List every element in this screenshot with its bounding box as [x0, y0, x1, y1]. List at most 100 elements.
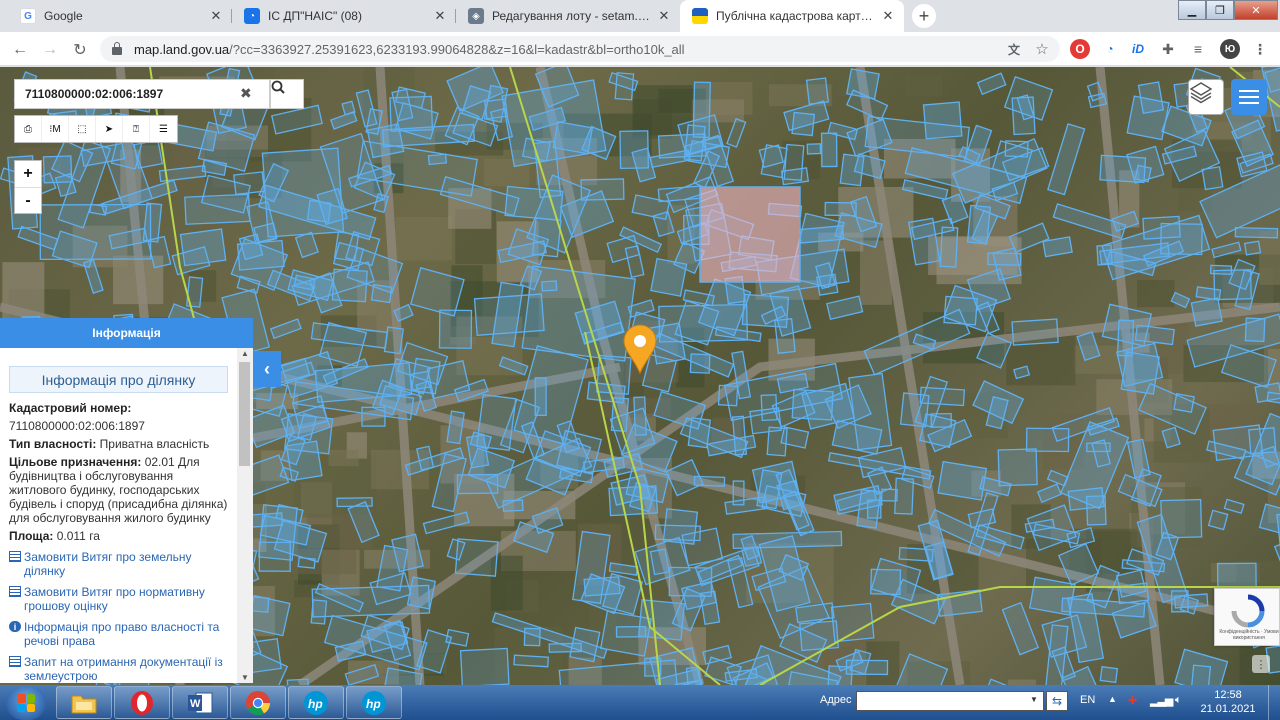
hp-icon: hp [304, 690, 328, 715]
pointer-icon[interactable]: ➤ [96, 116, 123, 142]
layers-button[interactable] [1188, 79, 1224, 115]
collapse-panel-button[interactable]: ‹ [253, 351, 281, 387]
cadastral-parcel [1209, 264, 1233, 276]
address-toolbar-input[interactable] [856, 691, 1044, 711]
layers-settings-icon[interactable]: ☰ [150, 116, 177, 142]
reload-icon[interactable]: ↻ [68, 38, 92, 62]
info-panel-body: Інформація про ділянку Кадастровий номер… [0, 348, 237, 683]
taskbar-opera[interactable] [114, 686, 170, 719]
tab-strip: G Google ✕ ◔ ІС ДП"НАІС" (08) ✕ ◈ Редагу… [0, 0, 1280, 32]
browser-toolbar: ← → ↻ map.land.gov.ua/?cc=3363927.253916… [0, 32, 1280, 66]
cadastral-parcel [389, 95, 434, 132]
cadastral-parcel [939, 226, 959, 268]
taskbar-hp-2[interactable]: hp [346, 686, 402, 719]
taskbar-explorer[interactable] [56, 686, 112, 719]
forward-icon[interactable]: → [38, 38, 62, 62]
info-panel-scrollbar[interactable]: ▲ ▼ [237, 348, 253, 683]
extensions-puzzle-icon[interactable]: ✚ [1158, 39, 1178, 59]
land-documentation-request-link[interactable]: Запит на отримання документації із земле… [9, 655, 228, 683]
close-icon[interactable]: ✕ [656, 8, 672, 24]
extension-app-icon[interactable]: ◔ [1100, 39, 1120, 59]
cadastral-parcel [774, 318, 796, 354]
tab-nais[interactable]: ◔ ІС ДП"НАІС" (08) ✕ [232, 0, 456, 32]
hp-icon: hp [362, 690, 386, 715]
close-icon[interactable]: ✕ [432, 8, 448, 24]
taskbar-hp-1[interactable]: hp [288, 686, 344, 719]
cadastral-parcel [1047, 123, 1086, 196]
ground-patch [328, 449, 359, 467]
cadastral-parcel [976, 72, 1007, 96]
cadastral-parcel [1173, 593, 1209, 609]
chevron-down-icon[interactable]: ▼ [1030, 695, 1038, 704]
cadastral-parcel [1244, 317, 1266, 343]
cadastral-parcel [521, 265, 636, 362]
menu-line [1239, 102, 1259, 104]
tab-cadastral-map[interactable]: Публічна кадастрова карта Укр ✕ [680, 0, 904, 32]
bookmark-star-icon[interactable]: ☆ [1032, 39, 1052, 59]
opera-extension-icon[interactable]: O [1070, 39, 1090, 59]
ground-patch [1137, 279, 1175, 308]
area: Площа: 0.011 га [9, 529, 100, 543]
close-icon[interactable]: ✕ [880, 8, 896, 24]
cadastral-parcel [294, 231, 319, 259]
clear-search-icon[interactable]: ✖ [240, 85, 252, 102]
tab-google[interactable]: G Google ✕ [8, 0, 232, 32]
media-queue-icon[interactable]: ≡ [1188, 39, 1208, 59]
go-arrows-icon[interactable]: ⇆ [1046, 691, 1068, 711]
tray-expand-icon[interactable]: ▲ [1108, 694, 1117, 704]
network-icon[interactable]: ▂▃▅ [1150, 694, 1173, 707]
clock-date: 21.01.2021 [1200, 703, 1256, 715]
back-icon[interactable]: ← [8, 38, 32, 62]
measure-line-icon[interactable]: ⁝M [42, 116, 69, 142]
order-valuation-extract-link[interactable]: Замовити Витяг про нормативну грошову оц… [9, 585, 228, 613]
cadastral-search-input[interactable]: 7110800000:02:006:1897 [14, 79, 270, 109]
cadastral-parcel [42, 155, 73, 184]
order-parcel-extract-link[interactable]: Замовити Витяг про земельну ділянку [9, 550, 228, 578]
cadastral-parcel [246, 594, 291, 637]
minimize-button[interactable]: ▁ [1178, 0, 1206, 20]
google-icon: G [20, 8, 36, 24]
cadastral-parcel [422, 511, 470, 535]
opera-icon [131, 690, 153, 715]
scroll-thumb[interactable] [239, 362, 250, 466]
volume-icon[interactable]: 🔈︎ [1175, 694, 1182, 707]
address-toolbar-label: Адрес [820, 694, 852, 706]
zoom-out-button[interactable]: - [15, 187, 41, 213]
identify-icon[interactable]: ⍰ [123, 116, 150, 142]
cadastral-parcel [936, 589, 983, 617]
zoom-in-button[interactable]: + [15, 161, 41, 187]
hamburger-menu-button[interactable] [1231, 79, 1267, 115]
show-desktop-button[interactable] [1268, 685, 1280, 720]
cadastral-parcel [483, 98, 509, 120]
tab-setam[interactable]: ◈ Редагування лоту - setam.net.ua ✕ [456, 0, 680, 32]
scroll-down-icon[interactable]: ▼ [237, 673, 253, 682]
close-icon[interactable]: ✕ [208, 8, 224, 24]
taskbar-chrome[interactable] [230, 686, 286, 719]
close-window-button[interactable]: ✕ [1234, 0, 1278, 20]
kebab-menu-icon[interactable]: ⋮ [1250, 39, 1270, 59]
profile-avatar[interactable]: Ю [1220, 39, 1240, 59]
search-button[interactable] [270, 79, 304, 109]
translate-icon[interactable]: 文 [1004, 39, 1024, 59]
language-indicator[interactable]: EN [1080, 694, 1095, 706]
taskbar-word[interactable]: W [172, 686, 228, 719]
security-tray-icon[interactable]: ✚ [1128, 694, 1137, 707]
recaptcha-badge[interactable]: Конфіденційність · Умови використання [1214, 588, 1280, 646]
print-icon[interactable]: ⎙ [15, 116, 42, 142]
map-scroll-handle[interactable]: ⋮ [1252, 655, 1270, 673]
scroll-up-icon[interactable]: ▲ [237, 349, 253, 358]
cadastral-parcel [383, 326, 404, 355]
chrome-icon [246, 690, 270, 715]
word-icon: W [188, 692, 213, 713]
start-button[interactable] [6, 686, 46, 720]
system-clock[interactable]: 12:58 21.01.2021 [1196, 688, 1260, 716]
id-extension-icon[interactable]: iD [1128, 39, 1148, 59]
address-bar[interactable]: map.land.gov.ua/?cc=3363927.25391623,623… [100, 36, 1060, 62]
ownership-rights-info-link[interactable]: i Інформація про право власності та речо… [9, 620, 228, 648]
maximize-button[interactable]: ❐ [1206, 0, 1234, 20]
new-tab-button[interactable]: + [912, 4, 936, 28]
measure-area-icon[interactable]: ⬚ [69, 116, 96, 142]
ground-patch [905, 75, 943, 97]
cadastral-parcel [586, 381, 626, 404]
cadastral-parcel [826, 295, 864, 321]
